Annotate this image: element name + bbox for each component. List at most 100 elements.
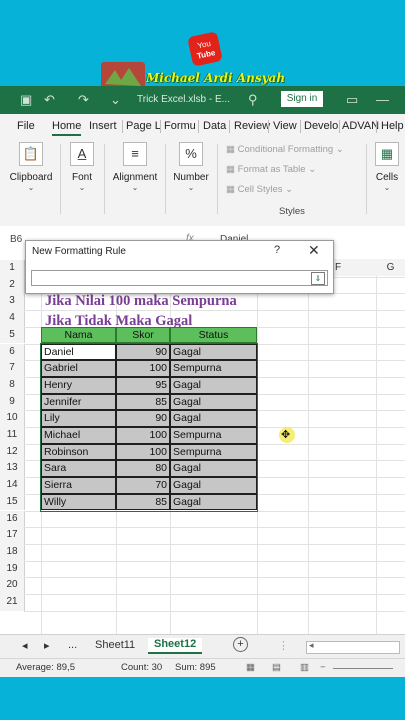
save-icon[interactable]: ▣ xyxy=(20,92,32,108)
redo-icon[interactable]: ↷ xyxy=(78,92,89,108)
chevron-down-icon: ⌄ xyxy=(131,183,139,192)
ribbon-display-icon[interactable]: ▭ xyxy=(346,92,358,108)
column-header-g[interactable]: G xyxy=(376,259,405,276)
normal-view-icon[interactable]: ▦ xyxy=(246,662,255,673)
status-sum: Sum: 895 xyxy=(175,662,216,673)
row-header[interactable]: 9 xyxy=(0,393,25,411)
horizontal-scrollbar[interactable]: ◂ xyxy=(306,640,400,654)
move-cursor-icon: ✥ xyxy=(281,429,291,441)
page-layout-view-icon[interactable]: ▤ xyxy=(272,662,281,673)
worksheet-grid[interactable]: F G 1 2 3 4 5 6 7 8 9 10 11 12 13 14 15 16 17 18 19 20 21 Ji… xyxy=(0,254,405,634)
page-break-view-icon[interactable]: ▥ xyxy=(300,662,309,673)
row-header[interactable]: 19 xyxy=(0,560,25,578)
customize-icon[interactable]: ⌄ xyxy=(110,92,121,108)
cells-icon: ▦ xyxy=(375,142,399,166)
row-header[interactable]: 1 xyxy=(0,260,25,277)
tab-split-handle[interactable]: ⋮ xyxy=(278,639,289,652)
tab-view[interactable]: View xyxy=(273,120,297,132)
tab-data[interactable]: Data xyxy=(203,120,226,132)
row-header[interactable]: 2 xyxy=(0,276,25,294)
help-button[interactable]: ? xyxy=(274,244,280,256)
tab-formulas[interactable]: Formu xyxy=(164,120,196,132)
tab-file[interactable]: File xyxy=(17,120,35,132)
clipboard-group[interactable]: 📋 Clipboard ⌄ xyxy=(6,142,56,192)
close-button[interactable]: ✕ xyxy=(308,242,320,259)
font-group[interactable]: A Font ⌄ xyxy=(64,142,100,192)
status-average: Average: 89,5 xyxy=(16,662,75,673)
row-header[interactable]: 15 xyxy=(0,493,25,511)
clipboard-icon: 📋 xyxy=(19,142,43,166)
row-header[interactable]: 3 xyxy=(0,293,25,311)
scroll-left-icon[interactable]: ◂ xyxy=(22,639,28,652)
gridline-column xyxy=(376,276,377,634)
alignment-icon: ≡ xyxy=(123,142,147,166)
channel-name: Michael Ardi Ansyah xyxy=(146,71,286,85)
tab-advanced[interactable]: ADVAN xyxy=(342,120,379,132)
status-count: Count: 30 xyxy=(121,662,163,673)
scroll-right-icon[interactable]: ▸ xyxy=(44,639,50,652)
tab-review[interactable]: Review xyxy=(234,120,270,132)
sheet-tab-sheet12[interactable]: Sheet12 xyxy=(148,638,203,654)
title-line-1: Jika Nilai 100 maka Sempurna xyxy=(45,293,237,309)
row-header[interactable]: 11 xyxy=(0,427,25,444)
tab-insert[interactable]: Insert xyxy=(89,120,117,132)
row-header[interactable]: 5 xyxy=(0,326,25,344)
scroll-left-arrow-icon[interactable]: ◂ xyxy=(309,640,314,651)
status-bar: Average: 89,5 Count: 30 Sum: 895 ▦ ▤ ▥ − xyxy=(0,658,405,677)
range-input[interactable]: ⇓ xyxy=(31,270,328,286)
sign-in-button[interactable]: Sign in xyxy=(281,91,323,107)
undo-icon[interactable]: ↶ xyxy=(44,92,55,108)
name-box[interactable]: B6 xyxy=(10,234,22,245)
row-header[interactable]: 21 xyxy=(0,594,25,611)
table-header-skor[interactable]: Skor xyxy=(116,326,170,344)
format-as-table-button[interactable]: ▦ Format as Table ⌄ xyxy=(226,164,316,175)
table-header-nama[interactable]: Nama xyxy=(41,326,116,344)
tab-help[interactable]: Help xyxy=(381,120,404,132)
gridline-row xyxy=(24,610,405,612)
chevron-down-icon: ⌄ xyxy=(27,183,35,192)
gridline-row xyxy=(24,577,405,579)
font-icon: A xyxy=(70,142,94,166)
table-header-status[interactable]: Status xyxy=(170,326,257,344)
styles-group-label: Styles xyxy=(279,206,305,217)
more-sheets-button[interactable]: ... xyxy=(68,639,77,651)
row-header[interactable]: 16 xyxy=(0,510,25,528)
row-header[interactable]: 6 xyxy=(0,343,25,361)
alignment-group[interactable]: ≡ Alignment ⌄ xyxy=(109,142,161,192)
minimize-icon[interactable]: — xyxy=(376,92,389,107)
row-header[interactable]: 12 xyxy=(0,443,25,461)
cell-styles-button[interactable]: ▦ Cell Styles ⌄ xyxy=(226,184,293,195)
cell-styles-icon: ▦ xyxy=(226,184,238,195)
row-header[interactable]: 14 xyxy=(0,477,25,494)
percent-icon: % xyxy=(179,142,203,166)
add-sheet-button[interactable]: + xyxy=(233,637,248,652)
row-header[interactable]: 7 xyxy=(0,360,25,377)
file-title: Trick Excel.xlsb - E... xyxy=(137,94,230,105)
row-header[interactable]: 20 xyxy=(0,577,25,594)
excel-title-bar: ▣ ↶ ↷ ⌄ Trick Excel.xlsb - E... ⚲ Sign i… xyxy=(0,86,405,114)
zoom-out-icon[interactable]: − xyxy=(320,662,326,673)
number-group[interactable]: % Number ⌄ xyxy=(169,142,213,192)
ribbon: 📋 Clipboard ⌄ A Font ⌄ ≡ Alignment ⌄ % N… xyxy=(0,138,405,227)
tab-home[interactable]: Home xyxy=(52,120,82,136)
sheet-tab-sheet11[interactable]: Sheet11 xyxy=(95,639,135,651)
format-table-icon: ▦ xyxy=(226,164,238,175)
new-formatting-rule-dialog[interactable]: New Formatting Rule ? ✕ ⇓ xyxy=(25,240,334,294)
row-header[interactable]: 10 xyxy=(0,410,25,427)
expand-dialog-icon[interactable]: ⇓ xyxy=(311,272,325,285)
row-header[interactable]: 8 xyxy=(0,376,25,394)
search-icon[interactable]: ⚲ xyxy=(248,92,258,108)
chevron-down-icon: ⌄ xyxy=(78,183,86,192)
tab-page-layout[interactable]: Page L xyxy=(126,120,161,132)
conditional-formatting-button[interactable]: ▦ Conditional Formatting ⌄ xyxy=(226,144,344,155)
gridline-column xyxy=(308,276,309,634)
dialog-title: New Formatting Rule xyxy=(32,246,126,257)
chevron-down-icon: ⌄ xyxy=(383,183,391,192)
cells-group[interactable]: ▦ Cells ⌄ xyxy=(372,142,402,192)
row-header[interactable]: 13 xyxy=(0,460,25,478)
row-header[interactable]: 17 xyxy=(0,527,25,544)
tab-developer[interactable]: Develo xyxy=(304,120,338,132)
row-header[interactable]: 4 xyxy=(0,310,25,327)
zoom-slider[interactable] xyxy=(333,668,393,669)
row-header[interactable]: 18 xyxy=(0,543,25,561)
